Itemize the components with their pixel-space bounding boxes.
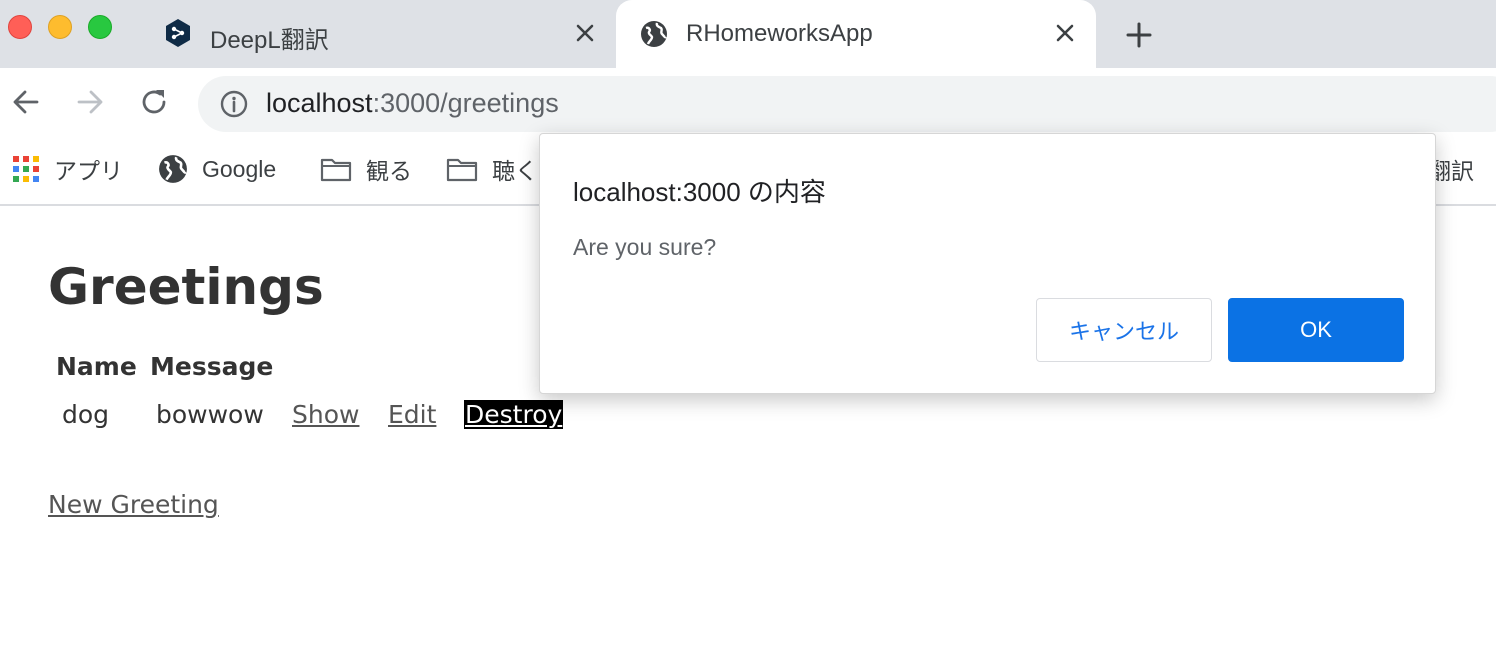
destroy-link[interactable]: Destroy: [464, 400, 564, 429]
bookmark-apps[interactable]: アプリ: [12, 152, 123, 186]
globe-icon: [641, 21, 667, 47]
column-header-message: Message: [150, 352, 274, 381]
bookmark-label: アプリ: [54, 158, 123, 184]
plus-icon[interactable]: [1124, 20, 1154, 50]
tab-deepl[interactable]: DeepL翻訳: [140, 0, 616, 68]
page-title: Greetings: [48, 258, 324, 316]
new-greeting-link[interactable]: New Greeting: [48, 490, 219, 519]
column-header-name: Name: [56, 352, 137, 381]
tab-rhomeworksapp[interactable]: RHomeworksApp: [616, 0, 1096, 68]
url-host: localhost: [266, 88, 373, 118]
cell-message: bowwow: [156, 400, 264, 429]
address-bar[interactable]: localhost:3000/greetings: [198, 76, 1496, 132]
reload-icon[interactable]: [138, 86, 170, 118]
dialog-message: Are you sure?: [573, 234, 717, 260]
bookmark-label: 聴く: [492, 158, 538, 184]
cancel-button[interactable]: キャンセル: [1036, 298, 1212, 362]
window-close-button[interactable]: [8, 15, 32, 39]
close-icon[interactable]: [1052, 20, 1078, 46]
bookmark-folder-listen[interactable]: 聴く: [446, 152, 538, 186]
apps-grid-icon: [13, 156, 39, 182]
url-path: :3000/greetings: [372, 88, 559, 118]
bookmark-label: 観る: [366, 158, 412, 184]
ok-button[interactable]: OK: [1228, 298, 1404, 362]
dialog-title: localhost:3000 の内容: [573, 177, 826, 207]
tab-strip: DeepL翻訳 RHomeworksApp: [0, 0, 1496, 68]
folder-icon: [320, 158, 352, 182]
close-icon[interactable]: [572, 20, 598, 46]
tab-title: RHomeworksApp: [686, 20, 873, 47]
back-arrow-icon[interactable]: [10, 86, 42, 118]
edit-link[interactable]: Edit: [388, 400, 436, 429]
bookmark-folder-watch[interactable]: 観る: [320, 152, 412, 186]
info-icon[interactable]: [220, 90, 248, 118]
bookmark-google[interactable]: Google: [158, 152, 276, 186]
confirm-dialog: localhost:3000 の内容 Are you sure? キャンセル O…: [539, 133, 1436, 394]
window-zoom-button[interactable]: [88, 15, 112, 39]
window-minimize-button[interactable]: [48, 15, 72, 39]
url-text[interactable]: localhost:3000/greetings: [266, 88, 559, 119]
browser-toolbar: localhost:3000/greetings: [0, 68, 1496, 138]
tab-title: DeepL翻訳: [210, 27, 329, 54]
show-link[interactable]: Show: [292, 400, 359, 429]
forward-arrow-icon[interactable]: [74, 86, 106, 118]
globe-icon: [159, 155, 187, 183]
folder-icon: [446, 158, 478, 182]
bookmark-label: Google: [202, 155, 277, 182]
deepl-logo-icon: [166, 19, 190, 47]
cell-name: dog: [62, 400, 110, 429]
